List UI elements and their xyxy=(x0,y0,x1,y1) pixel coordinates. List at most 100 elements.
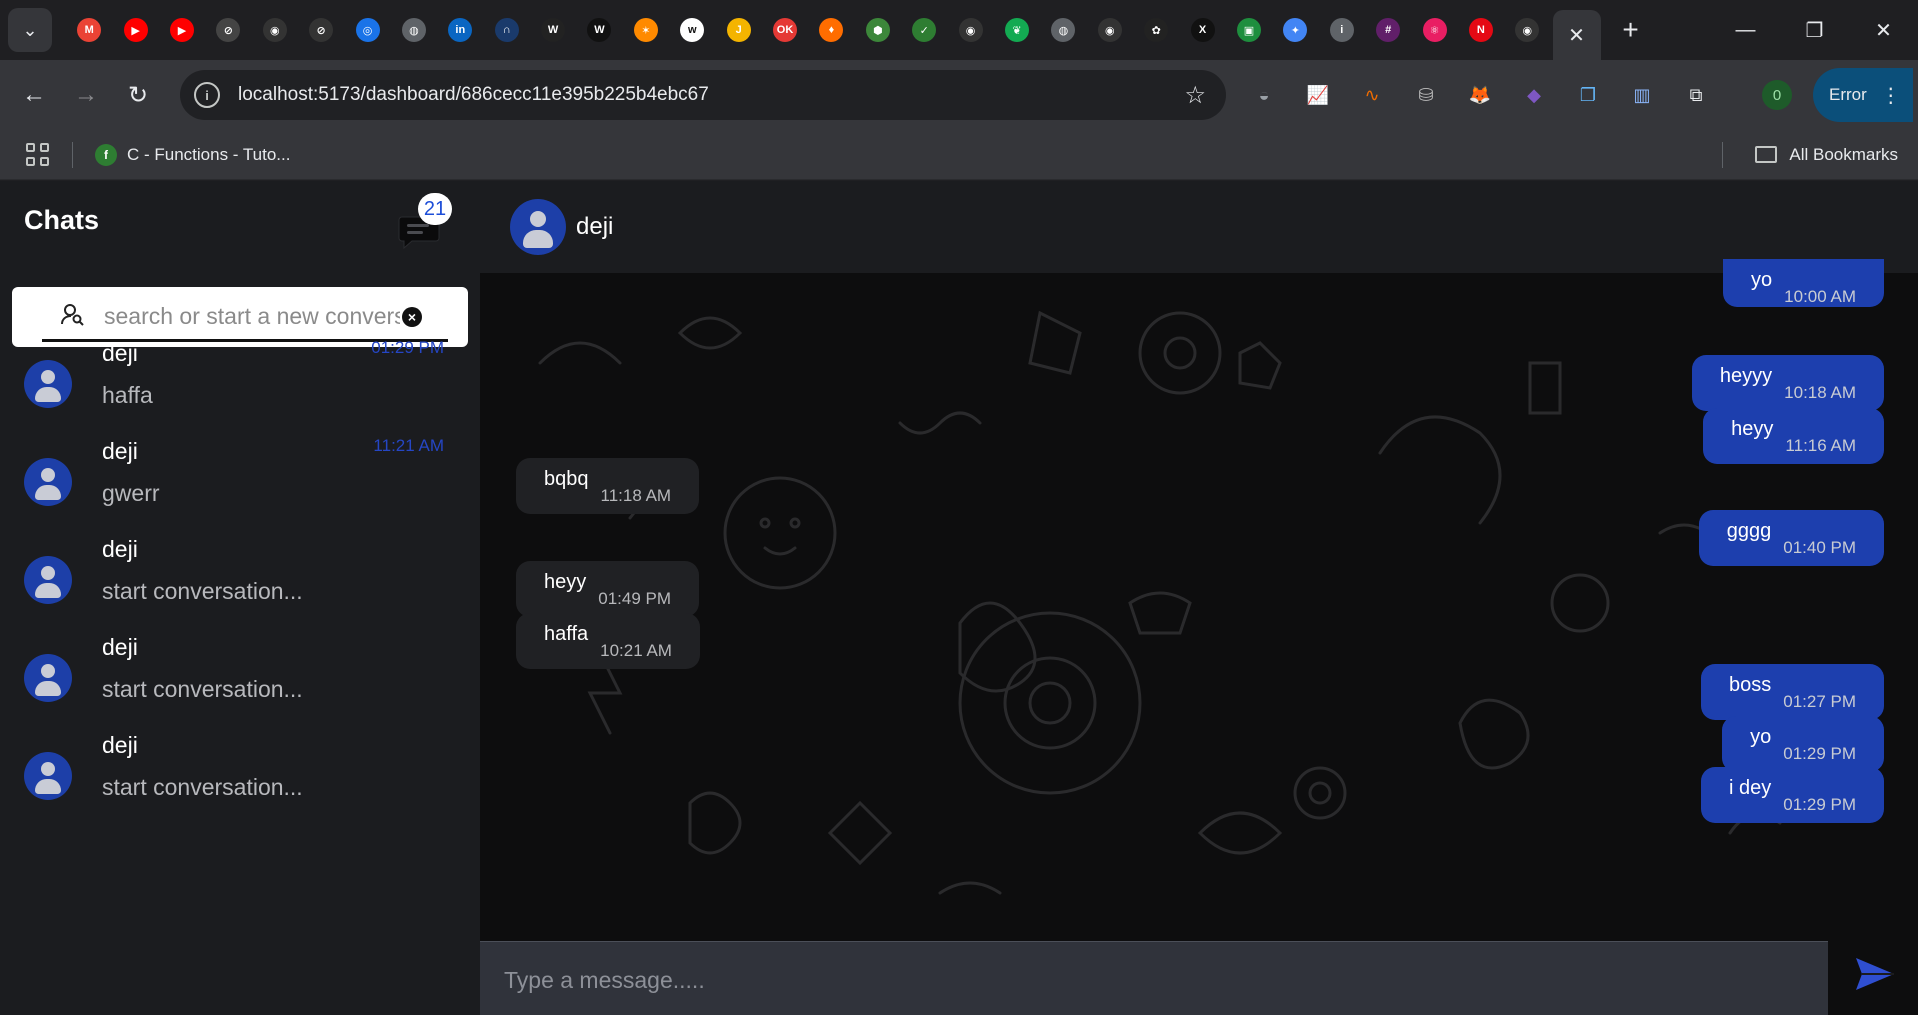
conversation-item[interactable]: deji start conversation... xyxy=(0,730,480,850)
forward-button[interactable]: → xyxy=(60,69,112,121)
address-url[interactable]: localhost:5173/dashboard/686cecc11e395b2… xyxy=(238,84,709,106)
new-tab-button[interactable]: + xyxy=(1611,10,1651,50)
database-extension-icon[interactable]: ⛁ xyxy=(1408,77,1444,113)
message-time: 11:16 AM xyxy=(1785,436,1856,455)
chart-extension-icon[interactable]: 📈 xyxy=(1300,77,1336,113)
message-time: 01:29 PM xyxy=(1783,795,1856,814)
reload-icon: ↻ xyxy=(127,81,149,109)
github-icon: ◉ xyxy=(262,18,287,42)
jobs-icon: J xyxy=(726,18,751,42)
browser-tab[interactable]: ◉ xyxy=(1504,8,1550,52)
minimize-button[interactable]: — xyxy=(1711,0,1780,60)
reload-button[interactable]: ↻ xyxy=(112,69,164,121)
browser-tab[interactable]: ⊘ xyxy=(205,8,251,52)
chat-pane: deji yo 10:00 AM heyyy 10:18 AM heyy 11:16 AM… xyxy=(480,181,1918,1015)
incoming-message[interactable]: bqbq 11:18 AM xyxy=(516,458,700,514)
wwr-icon: W xyxy=(587,18,612,42)
browser-tab[interactable]: i xyxy=(1319,8,1365,52)
browser-tab[interactable]: ⊘ xyxy=(298,8,344,52)
browser-tab[interactable]: w xyxy=(669,8,715,52)
contact-avatar[interactable] xyxy=(510,199,566,255)
browser-tab[interactable]: X xyxy=(1179,8,1225,52)
message-composer xyxy=(480,941,1828,1015)
metamask-icon[interactable]: 🦊 xyxy=(1462,77,1498,113)
browser-tab[interactable]: ⬢ xyxy=(855,8,901,52)
browser-tab[interactable]: in xyxy=(437,8,483,52)
apps-grid-icon[interactable] xyxy=(26,142,50,167)
browser-tab[interactable]: ∩ xyxy=(484,8,530,52)
profile-error-button[interactable]: Error ⋮ xyxy=(1813,68,1913,122)
browser-tab[interactable]: ◉ xyxy=(252,8,298,52)
bookmark-star-icon[interactable]: ☆ xyxy=(1184,81,1206,110)
browser-tab[interactable]: ◎ xyxy=(344,8,390,52)
browser-tab[interactable]: ✿ xyxy=(1133,8,1179,52)
signal-extension-icon[interactable]: ∿ xyxy=(1354,77,1390,113)
outgoing-message[interactable]: gggg 01:40 PM xyxy=(1698,510,1884,566)
message-text: yo xyxy=(1750,726,1772,748)
send-button[interactable] xyxy=(1852,951,1898,997)
message-text: haffa xyxy=(544,623,589,645)
address-bar[interactable]: i localhost:5173/dashboard/686cecc11e395… xyxy=(180,70,1226,120)
youtube-icon: ▶ xyxy=(123,18,148,42)
extension-gray-icon[interactable]: ◒ xyxy=(1246,77,1282,113)
tab-search-button[interactable]: ⌄ xyxy=(8,8,52,52)
puzzle-extension-icon[interactable]: ⧉ xyxy=(1678,77,1714,113)
gemini-icon: ✦ xyxy=(1283,18,1308,42)
profile-counter-badge[interactable]: 0 xyxy=(1762,80,1792,110)
incoming-message[interactable]: haffa 10:21 AM xyxy=(516,613,700,669)
outgoing-message[interactable]: yo 01:29 PM xyxy=(1722,716,1884,772)
browser-tab[interactable]: W xyxy=(576,8,622,52)
back-button[interactable]: ← xyxy=(8,69,60,121)
browser-tab[interactable]: ▶ xyxy=(112,8,158,52)
clear-search-icon[interactable]: × xyxy=(402,307,422,327)
window-close-button[interactable]: ✕ xyxy=(1849,0,1918,60)
restore-button[interactable]: ❐ xyxy=(1780,0,1849,60)
active-tab-close-button[interactable]: ✕ xyxy=(1552,10,1601,60)
browser-tab[interactable]: ▶ xyxy=(159,8,205,52)
plus-icon: + xyxy=(1622,14,1639,45)
message-text: gggg xyxy=(1726,520,1772,542)
browser-tab[interactable]: ▣ xyxy=(1226,8,1272,52)
browser-tab[interactable]: ◉ xyxy=(947,8,993,52)
site-info-icon[interactable]: i xyxy=(194,82,220,108)
outgoing-message[interactable]: heyy 11:16 AM xyxy=(1703,408,1884,464)
tab-strip: ⌄ M ▶ ▶ ⊘ ◉ ⊘ ◎ ◍ in ∩ W W ✶ w J OK ♦ ⬢ ✓ ◉ ❦ ◍ ◉ ✿ X ▣ ✦ i # ⚛ N ◉ ✕ +… xyxy=(0,0,1918,60)
all-bookmarks-button[interactable]: All Bookmarks xyxy=(1755,145,1898,165)
message-input[interactable] xyxy=(504,960,1704,1000)
outgoing-message[interactable]: yo 10:00 AM xyxy=(1723,259,1884,307)
browser-tab[interactable]: N xyxy=(1458,8,1504,52)
browser-tab[interactable]: ✓ xyxy=(901,8,947,52)
kebab-menu-icon[interactable]: ⋮ xyxy=(1881,83,1901,108)
conversation-last-message: start conversation... xyxy=(102,676,303,702)
incoming-message[interactable]: heyy 01:49 PM xyxy=(516,561,700,617)
browser-tab[interactable]: ♦ xyxy=(808,8,854,52)
message-text: heyyy xyxy=(1719,365,1773,387)
browser-tab[interactable]: ◍ xyxy=(1040,8,1086,52)
browser-tab[interactable]: # xyxy=(1365,8,1411,52)
search-input[interactable] xyxy=(104,297,400,335)
dolphin-extension-icon[interactable]: ◆ xyxy=(1516,77,1552,113)
browser-tab[interactable]: ◍ xyxy=(391,8,437,52)
tab-favicons: M ▶ ▶ ⊘ ◉ ⊘ ◎ ◍ in ∩ W W ✶ w J OK ♦ ⬢ ✓ ◉ ❦ ◍ ◉ ✿ X ▣ ✦ i # ⚛ N ◉ xyxy=(66,8,1551,52)
browser-tab[interactable]: M xyxy=(66,8,112,52)
message-time: 01:27 PM xyxy=(1783,692,1856,711)
openai-icon: ✿ xyxy=(1144,18,1169,42)
browser-tab[interactable]: J xyxy=(715,8,761,52)
browser-tab[interactable]: ◉ xyxy=(1087,8,1133,52)
docs-extension-icon[interactable]: ▥ xyxy=(1624,77,1660,113)
copy-extension-icon[interactable]: ❐ xyxy=(1570,77,1606,113)
browser-tab[interactable]: ❦ xyxy=(994,8,1040,52)
outgoing-message[interactable]: boss 01:27 PM xyxy=(1700,664,1884,720)
browser-tab[interactable]: W xyxy=(530,8,576,52)
extensions-bar: ◒ 📈 ∿ ⛁ 🦊 ◆ ❐ ▥ ⧉ xyxy=(1246,70,1714,120)
window-controls: — ❐ ✕ xyxy=(1711,0,1918,60)
outgoing-message[interactable]: i dey 01:29 PM xyxy=(1700,767,1884,823)
browser-tab[interactable]: OK xyxy=(762,8,808,52)
browser-tab[interactable]: ⚛ xyxy=(1411,8,1457,52)
chevron-down-icon: ⌄ xyxy=(22,19,38,40)
arrow-left-icon: ← xyxy=(22,81,46,108)
bookmark-item[interactable]: f C - Functions - Tuto... xyxy=(95,143,290,166)
browser-tab[interactable]: ✦ xyxy=(1272,8,1318,52)
browser-tab[interactable]: ✶ xyxy=(623,8,669,52)
outgoing-message[interactable]: heyyy 10:18 AM xyxy=(1691,355,1884,411)
